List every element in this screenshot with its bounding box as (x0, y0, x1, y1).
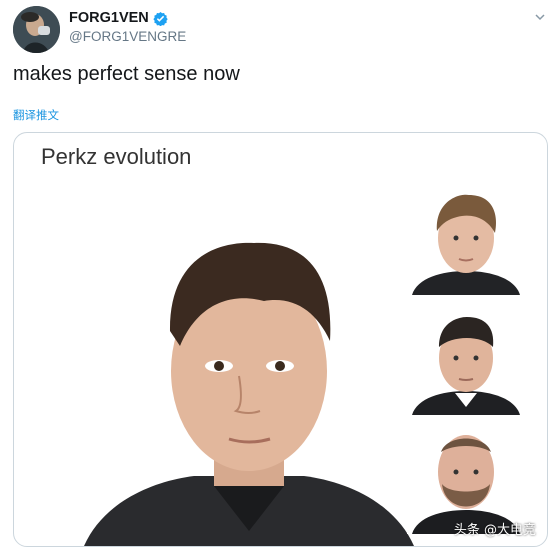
author-name-row[interactable]: FORG1VEN (69, 10, 168, 26)
media-card[interactable]: Perkz evolution 头条 @大电竞 (13, 132, 548, 547)
display-name[interactable]: FORG1VEN (69, 10, 149, 26)
portrait-photo-3 (407, 422, 525, 534)
main-portrait-photo (84, 201, 414, 546)
avatar[interactable] (13, 6, 60, 53)
watermark: 头条 @大电竞 (453, 523, 536, 538)
user-handle[interactable]: @FORG1VENGRE (69, 29, 186, 44)
portrait-photo-1 (407, 183, 525, 295)
chevron-down-icon[interactable] (534, 10, 546, 22)
tweet-text: makes perfect sense now (13, 63, 240, 85)
translate-tweet-link[interactable]: 翻译推文 (13, 107, 59, 123)
media-title: Perkz evolution (41, 144, 192, 169)
verified-badge-icon (153, 11, 168, 26)
portrait-photo-2 (407, 303, 525, 415)
